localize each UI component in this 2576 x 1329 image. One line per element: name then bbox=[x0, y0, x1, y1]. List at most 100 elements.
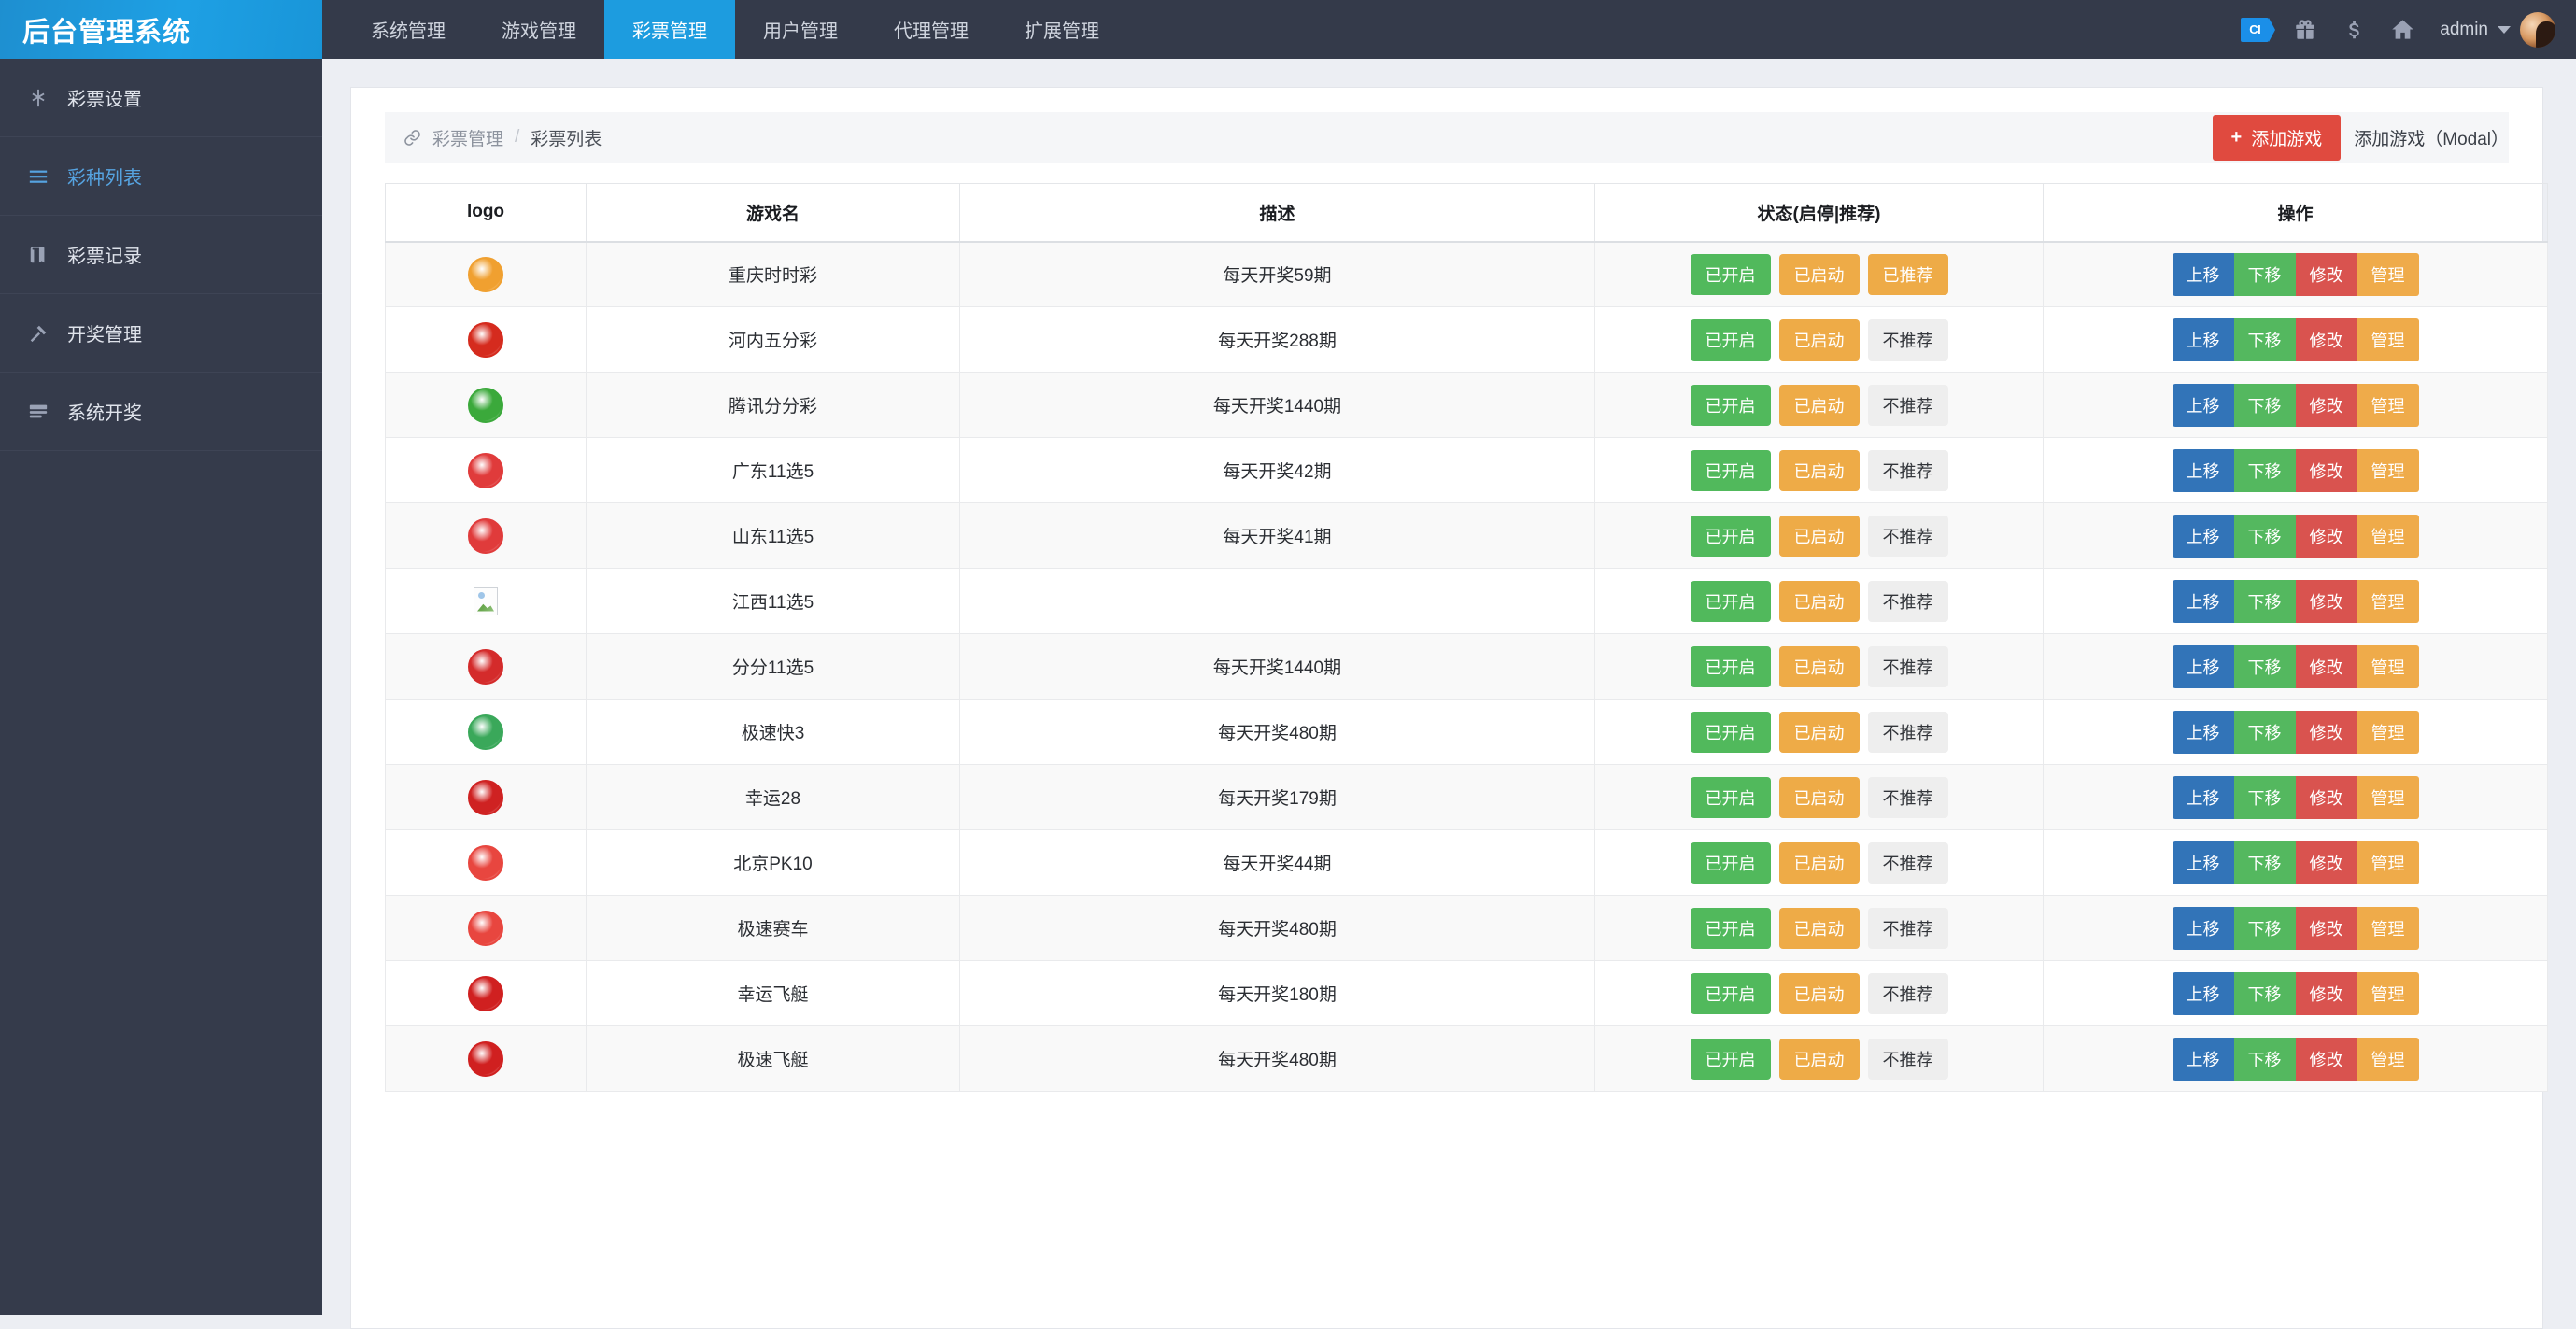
status-recommend-button[interactable]: 不推荐 bbox=[1867, 841, 1948, 884]
move-down-button[interactable]: 下移 bbox=[2233, 448, 2296, 492]
move-down-button[interactable]: 下移 bbox=[2233, 383, 2296, 427]
status-recommend-button[interactable]: 不推荐 bbox=[1867, 515, 1948, 557]
move-down-button[interactable]: 下移 bbox=[2233, 644, 2296, 688]
nav-item-user[interactable]: 用户管理 bbox=[735, 0, 866, 59]
status-enabled-button[interactable]: 已开启 bbox=[1690, 907, 1771, 949]
manage-button[interactable]: 管理 bbox=[2357, 644, 2419, 688]
move-down-button[interactable]: 下移 bbox=[2233, 514, 2296, 558]
nav-item-lottery[interactable]: 彩票管理 bbox=[604, 0, 735, 59]
move-down-button[interactable]: 下移 bbox=[2233, 1037, 2296, 1081]
edit-button[interactable]: 修改 bbox=[2295, 971, 2357, 1015]
manage-button[interactable]: 管理 bbox=[2357, 579, 2419, 623]
status-recommend-button[interactable]: 不推荐 bbox=[1867, 711, 1948, 753]
move-up-button[interactable]: 上移 bbox=[2172, 971, 2234, 1015]
status-started-button[interactable]: 已启动 bbox=[1778, 972, 1860, 1014]
move-up-button[interactable]: 上移 bbox=[2172, 644, 2234, 688]
status-started-button[interactable]: 已启动 bbox=[1778, 515, 1860, 557]
status-enabled-button[interactable]: 已开启 bbox=[1690, 972, 1771, 1014]
sidebar-item-settings[interactable]: 彩票设置 bbox=[0, 59, 322, 137]
edit-button[interactable]: 修改 bbox=[2295, 318, 2357, 361]
add-game-button[interactable]: + 添加游戏 bbox=[2212, 114, 2342, 161]
manage-button[interactable]: 管理 bbox=[2357, 906, 2419, 950]
manage-button[interactable]: 管理 bbox=[2357, 252, 2419, 296]
status-recommend-button[interactable]: 不推荐 bbox=[1867, 645, 1948, 687]
status-enabled-button[interactable]: 已开启 bbox=[1690, 515, 1771, 557]
status-started-button[interactable]: 已启动 bbox=[1778, 318, 1860, 361]
status-enabled-button[interactable]: 已开启 bbox=[1690, 449, 1771, 491]
status-started-button[interactable]: 已启动 bbox=[1778, 907, 1860, 949]
nav-item-extension[interactable]: 扩展管理 bbox=[997, 0, 1127, 59]
move-down-button[interactable]: 下移 bbox=[2233, 906, 2296, 950]
move-up-button[interactable]: 上移 bbox=[2172, 448, 2234, 492]
status-recommend-button[interactable]: 不推荐 bbox=[1867, 449, 1948, 491]
status-enabled-button[interactable]: 已开启 bbox=[1690, 841, 1771, 884]
breadcrumb-parent[interactable]: 彩票管理 bbox=[432, 125, 503, 150]
ci-badge-icon[interactable]: CI bbox=[2241, 17, 2276, 42]
sidebar-item-system-draw[interactable]: 系统开奖 bbox=[0, 373, 322, 451]
status-recommend-button[interactable]: 不推荐 bbox=[1867, 1038, 1948, 1080]
edit-button[interactable]: 修改 bbox=[2295, 775, 2357, 819]
status-enabled-button[interactable]: 已开启 bbox=[1690, 384, 1771, 426]
status-started-button[interactable]: 已启动 bbox=[1778, 253, 1860, 295]
status-started-button[interactable]: 已启动 bbox=[1778, 1038, 1860, 1080]
move-down-button[interactable]: 下移 bbox=[2233, 775, 2296, 819]
status-started-button[interactable]: 已启动 bbox=[1778, 580, 1860, 622]
edit-button[interactable]: 修改 bbox=[2295, 710, 2357, 754]
manage-button[interactable]: 管理 bbox=[2357, 1037, 2419, 1081]
edit-button[interactable]: 修改 bbox=[2295, 644, 2357, 688]
sidebar-item-draw-management[interactable]: 开奖管理 bbox=[0, 294, 322, 373]
manage-button[interactable]: 管理 bbox=[2357, 514, 2419, 558]
status-started-button[interactable]: 已启动 bbox=[1778, 776, 1860, 818]
move-up-button[interactable]: 上移 bbox=[2172, 579, 2234, 623]
status-recommend-button[interactable]: 不推荐 bbox=[1867, 776, 1948, 818]
manage-button[interactable]: 管理 bbox=[2357, 448, 2419, 492]
move-down-button[interactable]: 下移 bbox=[2233, 318, 2296, 361]
nav-item-game[interactable]: 游戏管理 bbox=[474, 0, 604, 59]
move-down-button[interactable]: 下移 bbox=[2233, 841, 2296, 884]
move-up-button[interactable]: 上移 bbox=[2172, 318, 2234, 361]
status-started-button[interactable]: 已启动 bbox=[1778, 449, 1860, 491]
status-recommend-button[interactable]: 不推荐 bbox=[1867, 907, 1948, 949]
user-menu[interactable]: admin bbox=[2440, 11, 2555, 48]
edit-button[interactable]: 修改 bbox=[2295, 514, 2357, 558]
move-up-button[interactable]: 上移 bbox=[2172, 775, 2234, 819]
status-started-button[interactable]: 已启动 bbox=[1778, 841, 1860, 884]
move-down-button[interactable]: 下移 bbox=[2233, 579, 2296, 623]
nav-item-system[interactable]: 系统管理 bbox=[343, 0, 474, 59]
manage-button[interactable]: 管理 bbox=[2357, 841, 2419, 884]
status-enabled-button[interactable]: 已开启 bbox=[1690, 711, 1771, 753]
edit-button[interactable]: 修改 bbox=[2295, 252, 2357, 296]
status-started-button[interactable]: 已启动 bbox=[1778, 384, 1860, 426]
gift-icon[interactable] bbox=[2293, 18, 2317, 42]
status-recommend-button[interactable]: 不推荐 bbox=[1867, 972, 1948, 1014]
move-up-button[interactable]: 上移 bbox=[2172, 710, 2234, 754]
edit-button[interactable]: 修改 bbox=[2295, 448, 2357, 492]
status-recommend-button[interactable]: 不推荐 bbox=[1867, 318, 1948, 361]
status-started-button[interactable]: 已启动 bbox=[1778, 645, 1860, 687]
status-recommend-button[interactable]: 不推荐 bbox=[1867, 384, 1948, 426]
edit-button[interactable]: 修改 bbox=[2295, 383, 2357, 427]
nav-item-agent[interactable]: 代理管理 bbox=[866, 0, 997, 59]
manage-button[interactable]: 管理 bbox=[2357, 971, 2419, 1015]
move-up-button[interactable]: 上移 bbox=[2172, 383, 2234, 427]
status-enabled-button[interactable]: 已开启 bbox=[1690, 318, 1771, 361]
move-up-button[interactable]: 上移 bbox=[2172, 252, 2234, 296]
move-down-button[interactable]: 下移 bbox=[2233, 971, 2296, 1015]
dollar-icon[interactable] bbox=[2342, 18, 2366, 42]
status-started-button[interactable]: 已启动 bbox=[1778, 711, 1860, 753]
move-up-button[interactable]: 上移 bbox=[2172, 841, 2234, 884]
status-enabled-button[interactable]: 已开启 bbox=[1690, 253, 1771, 295]
move-up-button[interactable]: 上移 bbox=[2172, 1037, 2234, 1081]
status-enabled-button[interactable]: 已开启 bbox=[1690, 1038, 1771, 1080]
move-up-button[interactable]: 上移 bbox=[2172, 514, 2234, 558]
manage-button[interactable]: 管理 bbox=[2357, 383, 2419, 427]
add-game-modal-link[interactable]: 添加游戏（Modal） bbox=[2354, 125, 2509, 150]
move-down-button[interactable]: 下移 bbox=[2233, 710, 2296, 754]
edit-button[interactable]: 修改 bbox=[2295, 1037, 2357, 1081]
status-recommend-button[interactable]: 已推荐 bbox=[1867, 253, 1948, 295]
status-enabled-button[interactable]: 已开启 bbox=[1690, 776, 1771, 818]
edit-button[interactable]: 修改 bbox=[2295, 579, 2357, 623]
manage-button[interactable]: 管理 bbox=[2357, 775, 2419, 819]
manage-button[interactable]: 管理 bbox=[2357, 710, 2419, 754]
move-up-button[interactable]: 上移 bbox=[2172, 906, 2234, 950]
